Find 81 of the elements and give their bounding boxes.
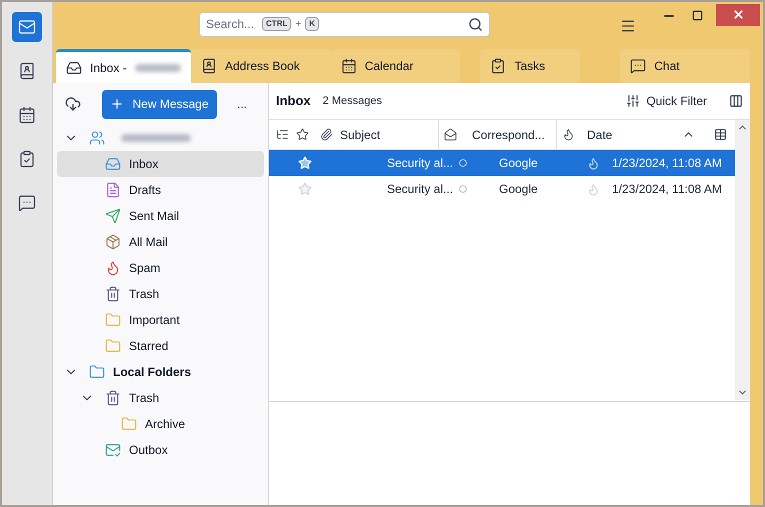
more-button[interactable]: ... bbox=[237, 95, 248, 113]
plus-sign: + bbox=[295, 18, 302, 32]
folder-icon bbox=[89, 364, 105, 380]
correspondent-text: Google bbox=[499, 181, 539, 198]
maximize-icon[interactable] bbox=[692, 10, 703, 20]
scrollbar[interactable] bbox=[735, 120, 750, 400]
folder-item[interactable]: Local Folders bbox=[57, 359, 264, 385]
folder-icon bbox=[105, 312, 121, 328]
thread-icon bbox=[276, 128, 289, 141]
inbox-icon bbox=[66, 60, 82, 76]
folder-item[interactable]: Drafts bbox=[57, 177, 264, 203]
calendar-icon bbox=[18, 106, 36, 124]
contact-book-icon bbox=[201, 58, 217, 74]
clipboard-check-icon bbox=[18, 150, 36, 168]
close-button[interactable] bbox=[716, 4, 760, 26]
folder-item[interactable]: Sent Mail bbox=[57, 203, 264, 229]
folder-item[interactable]: Important bbox=[57, 307, 264, 333]
correspondent-text: Google bbox=[499, 155, 539, 172]
message-count: 2 Messages bbox=[322, 94, 382, 109]
folder-item[interactable]: Trash bbox=[57, 385, 264, 411]
folder-item[interactable]: Inbox bbox=[57, 151, 264, 177]
keyboard-key: CTRL bbox=[262, 17, 292, 31]
flame-icon bbox=[562, 128, 575, 141]
clipboard-check-icon bbox=[490, 58, 506, 74]
calendar-icon bbox=[340, 58, 357, 74]
account-icon bbox=[89, 130, 105, 146]
flame-icon bbox=[105, 260, 121, 276]
tab[interactable]: Address Book bbox=[191, 49, 331, 83]
subject-text: Security al... bbox=[387, 181, 454, 198]
layout-icon[interactable] bbox=[729, 94, 743, 108]
keyboard-key: K bbox=[305, 17, 319, 31]
space-button[interactable] bbox=[12, 12, 42, 42]
outbox-icon bbox=[105, 442, 121, 458]
column-picker-icon[interactable] bbox=[714, 128, 727, 141]
paperclip-icon bbox=[320, 128, 333, 141]
folder-item[interactable]: Starred bbox=[57, 333, 264, 359]
trash-icon bbox=[105, 390, 121, 406]
plus-icon bbox=[110, 97, 124, 111]
flame-icon[interactable] bbox=[587, 156, 600, 170]
star-icon[interactable] bbox=[298, 182, 312, 196]
trash-icon bbox=[105, 286, 121, 302]
tab[interactable]: Inbox - bbox=[56, 49, 191, 83]
folder-icon bbox=[121, 416, 137, 432]
folder-item[interactable]: Trash bbox=[57, 281, 264, 307]
unread-dot-icon[interactable] bbox=[459, 185, 467, 193]
date-text: 1/23/2024, 11:08 AM bbox=[612, 181, 722, 198]
envelope-icon bbox=[444, 128, 457, 141]
new-message-button[interactable]: New Message bbox=[102, 90, 217, 118]
paper-plane-icon bbox=[105, 208, 121, 224]
close-icon bbox=[732, 8, 744, 21]
speech-bubble-icon bbox=[18, 194, 36, 212]
inbox-icon bbox=[105, 156, 121, 172]
message-row[interactable]: Security al... Google 1/23/2024, 11:08 AM bbox=[269, 150, 735, 176]
folder-item[interactable]: Spam bbox=[57, 255, 264, 281]
message-row[interactable]: Security al... Google 1/23/2024, 11:08 AM bbox=[269, 176, 735, 202]
tab[interactable]: Chat bbox=[620, 49, 750, 83]
tab[interactable]: Tasks bbox=[480, 49, 580, 83]
folder-item[interactable]: Archive bbox=[57, 411, 264, 437]
speech-bubble-icon bbox=[630, 58, 646, 74]
document-icon bbox=[105, 182, 121, 198]
tab[interactable]: Calendar bbox=[330, 49, 460, 83]
column-header[interactable]: Subject bbox=[340, 126, 380, 144]
subject-text: Security al... bbox=[387, 155, 454, 172]
folder-item[interactable]: Outbox bbox=[57, 437, 264, 463]
contact-book-icon bbox=[18, 62, 36, 80]
date-text: 1/23/2024, 11:08 AM bbox=[612, 155, 722, 172]
sliders-icon bbox=[626, 94, 640, 108]
mail-icon bbox=[18, 18, 36, 36]
cloud-download-icon[interactable] bbox=[65, 96, 81, 112]
search-field[interactable]: Search... CTRL + K bbox=[199, 12, 490, 36]
quick-filter-button[interactable]: Quick Filter bbox=[626, 92, 707, 110]
folder-icon bbox=[105, 338, 121, 354]
search-placeholder: Search... bbox=[206, 16, 254, 33]
search-icon[interactable] bbox=[468, 16, 483, 32]
star-icon bbox=[296, 128, 309, 141]
folder-item[interactable]: All Mail bbox=[57, 229, 264, 255]
folder-title: Inbox bbox=[276, 92, 311, 110]
box-icon bbox=[105, 234, 121, 250]
column-header[interactable]: Correspond... bbox=[472, 126, 545, 144]
column-header[interactable]: Date bbox=[587, 126, 696, 144]
menu-icon[interactable] bbox=[620, 18, 636, 34]
